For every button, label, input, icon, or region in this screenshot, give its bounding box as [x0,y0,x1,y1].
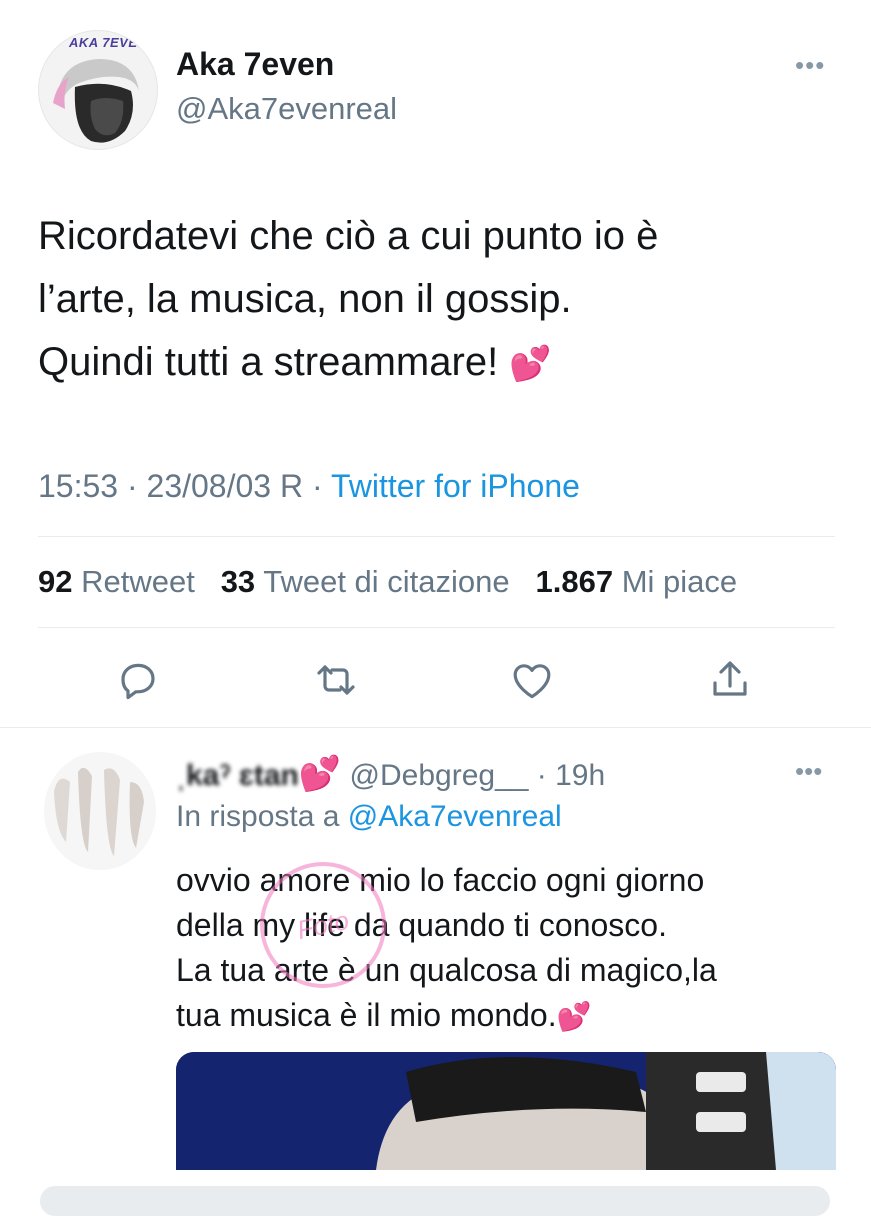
two-hearts-emoji: 💕 [556,1001,592,1032]
likes-stat[interactable]: 1.867 Mi piace [536,564,738,599]
like-icon[interactable] [508,656,556,704]
tweet-text-line: Quindi tutti a streammare! 💕 [38,340,552,384]
compose-bar[interactable] [40,1186,830,1216]
retweet-icon[interactable] [312,656,360,704]
tweet-separator [0,727,871,728]
tweet-stats: 92 Retweet 33 Tweet di citazione 1.867 M… [38,564,737,600]
reply-header: ˌkaˀ ɛtan💕 @Debgreg__ · 19h [176,754,605,794]
reply-avatar[interactable] [44,752,156,870]
quotes-stat[interactable]: 33 Tweet di citazione [221,564,510,599]
tweet-timestamp: 15:53 · 23/08/03 R · [38,468,331,504]
reply-handle-time[interactable]: @Debgreg__ · 19h [350,759,606,792]
divider [38,536,835,537]
reply-display-name[interactable]: ˌkaˀ ɛtan [176,759,299,792]
author-handle[interactable]: @Aka7evenreal [176,91,397,127]
author-avatar[interactable]: AKA 7EVEN [38,30,158,150]
tweet-text: Ricordatevi che ciò a cui punto io è l’a… [38,205,838,396]
tweet-source-link[interactable]: Twitter for iPhone [331,468,580,504]
reply-avatar-image [44,752,156,870]
author-display-name[interactable]: Aka 7even [176,46,334,83]
retweets-stat[interactable]: 92 Retweet [38,564,195,599]
reply-icon[interactable] [114,656,162,704]
share-icon[interactable] [706,656,754,704]
in-reply-mention-link[interactable]: @Aka7evenreal [348,800,562,833]
tweet-text-line: l’arte, la musica, non il gossip. [38,277,572,321]
reply-media-image[interactable] [176,1052,836,1170]
tweet-meta: 15:53 · 23/08/03 R · Twitter for iPhone [38,468,580,505]
divider [38,627,835,628]
tweet-text-line: Ricordatevi che ciò a cui punto io è [38,214,659,258]
more-options-icon[interactable]: ••• [795,50,825,81]
in-reply-prefix: In risposta a [176,800,348,833]
media-photo [176,1052,836,1170]
avatar-portrait [53,59,139,143]
reply-text-line: tua musica è il mio mondo.💕 [176,997,592,1033]
in-reply-to: In risposta a @Aka7evenreal [176,800,562,834]
two-hearts-emoji: 💕 [298,755,342,793]
reply-more-options-icon[interactable]: ••• [795,756,822,787]
two-hearts-emoji: 💕 [509,345,552,383]
